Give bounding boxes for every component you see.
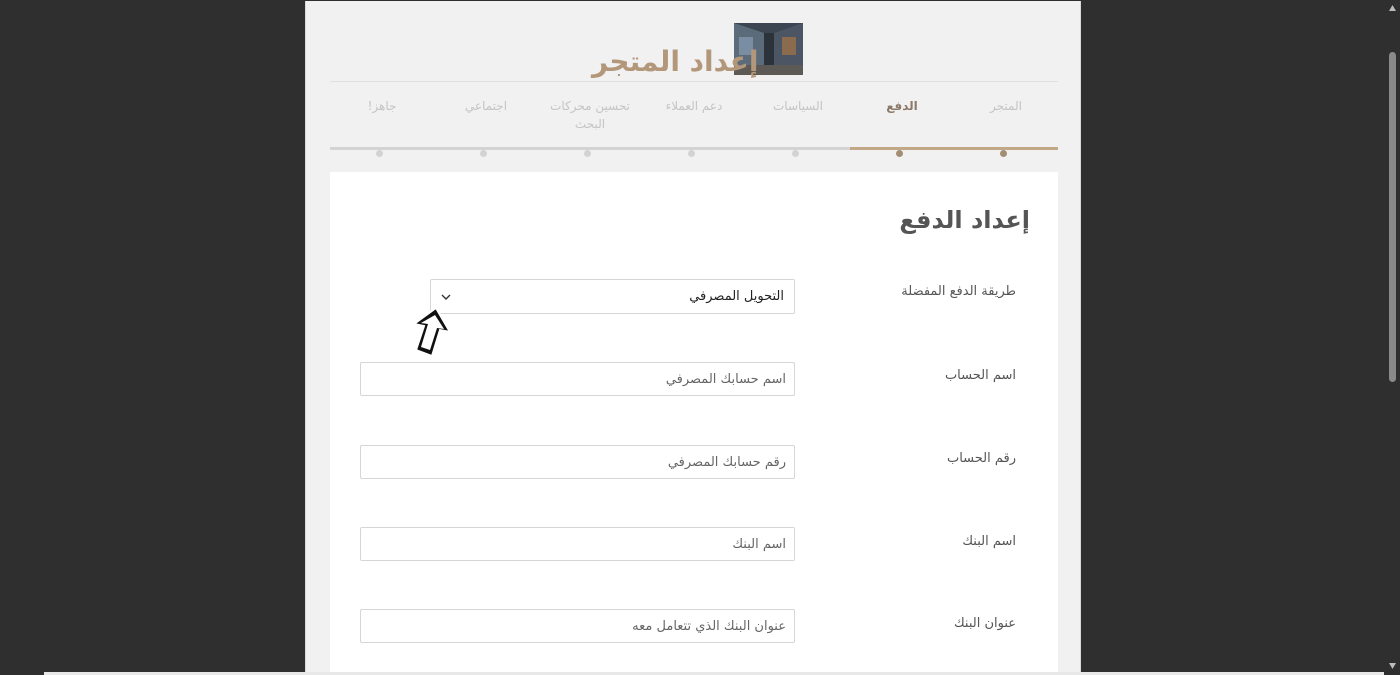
scroll-thumb[interactable] bbox=[1389, 52, 1396, 382]
bank-name-input[interactable] bbox=[360, 527, 795, 561]
bank-address-label: عنوان البنك bbox=[953, 616, 1016, 631]
account-number-input[interactable] bbox=[360, 445, 795, 479]
step-dot-seo bbox=[584, 150, 591, 157]
page-title: إعداد المتجر bbox=[592, 45, 759, 78]
scroll-up-icon[interactable] bbox=[1388, 4, 1397, 12]
step-dot-social bbox=[480, 150, 487, 157]
card-title: إعداد الدفع bbox=[899, 206, 1030, 234]
step-customer-support[interactable]: دعم العملاء bbox=[644, 97, 744, 115]
account-name-input[interactable] bbox=[360, 362, 795, 396]
step-dot-ready bbox=[376, 150, 383, 157]
step-dot-policies bbox=[792, 150, 799, 157]
wizard-progress-bar bbox=[330, 147, 1058, 150]
bank-address-input[interactable] bbox=[360, 609, 795, 643]
step-dot-customer-support bbox=[688, 150, 695, 157]
wizard-progress-fill bbox=[850, 147, 1058, 150]
chevron-down-icon[interactable] bbox=[439, 290, 453, 304]
page-scrollbar[interactable] bbox=[1385, 0, 1400, 675]
bank-name-label: اسم البنك bbox=[962, 534, 1016, 549]
scroll-down-icon[interactable] bbox=[1388, 662, 1397, 670]
step-policies[interactable]: السياسات bbox=[748, 97, 848, 115]
step-dot-store bbox=[1000, 150, 1007, 157]
payment-method-label: طريقة الدفع المفضلة bbox=[901, 284, 1016, 299]
arrow-cursor-icon bbox=[411, 306, 452, 358]
header-divider bbox=[330, 81, 1058, 82]
step-store[interactable]: المتجر bbox=[956, 97, 1056, 115]
account-number-label: رقم الحساب bbox=[946, 451, 1016, 466]
account-name-label: اسم الحساب bbox=[944, 368, 1016, 383]
step-social[interactable]: اجتماعي bbox=[436, 97, 536, 115]
step-payment[interactable]: الدفع bbox=[852, 97, 952, 115]
step-ready[interactable]: جاهز! bbox=[332, 97, 432, 115]
payment-setup-card: إعداد الدفع طريقة الدفع المفضلة التحويل … bbox=[330, 172, 1058, 675]
header: إعداد المتجر bbox=[306, 1, 1080, 83]
step-dot-payment bbox=[896, 150, 903, 157]
payment-method-value: التحويل المصرفي bbox=[689, 289, 784, 304]
step-seo[interactable]: تحسين محركات البحث bbox=[540, 97, 640, 133]
payment-method-select[interactable]: التحويل المصرفي bbox=[430, 279, 795, 314]
